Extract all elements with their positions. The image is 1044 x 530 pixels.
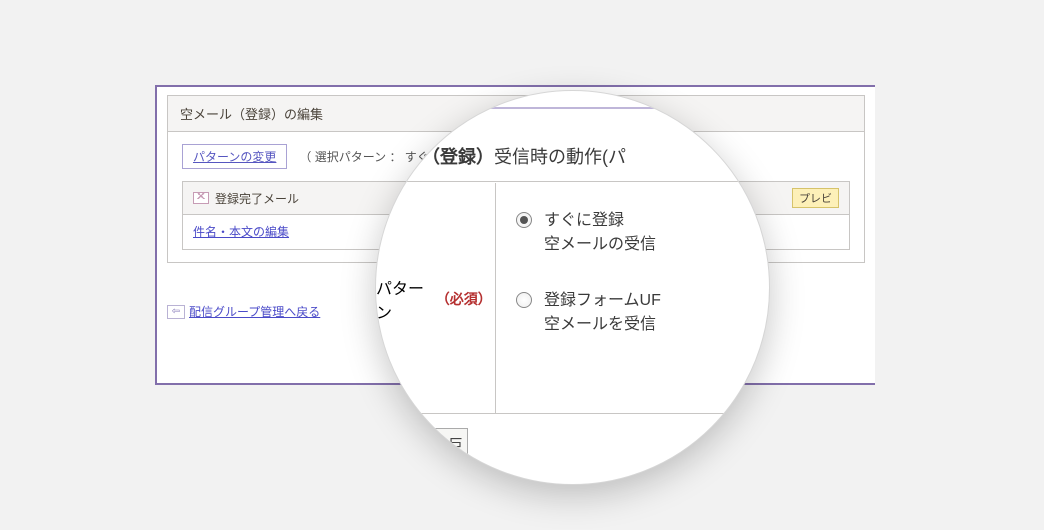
- edit-subject-body-link[interactable]: 件名・本文の編集: [193, 225, 289, 239]
- back-to-group-link[interactable]: 配信グループ管理へ戻る: [189, 303, 320, 320]
- title-paren: （登録）: [422, 147, 494, 167]
- mail-title: 登録完了メール: [215, 190, 299, 207]
- mag-submit-button-fragment[interactable]: 巨: [428, 428, 468, 460]
- radio-1-line1: すぐに登録: [544, 209, 656, 233]
- radio-1-text: すぐに登録 空メールの受信: [544, 209, 656, 257]
- mag-tab-border: [486, 91, 719, 109]
- magnifier-overlay: ール（登録）受信時の動作(パ パターン （必須） すぐに登録 空メールの受信 登…: [375, 90, 770, 485]
- required-label: （必須）: [436, 289, 487, 309]
- mag-bottom-border: [376, 413, 769, 414]
- radio-2-line1: 登録フォームUF: [544, 289, 661, 313]
- mag-left-label-col: パターン （必須）: [376, 183, 496, 414]
- radio-1-line2: 空メールの受信: [544, 233, 656, 257]
- mail-icon: [193, 192, 209, 204]
- mag-options-col: すぐに登録 空メールの受信 登録フォームUF 空メールを受信: [496, 183, 769, 414]
- title-prefix: ール: [386, 147, 422, 167]
- radio-form-url[interactable]: [516, 292, 532, 308]
- radio-2-text: 登録フォームUF 空メールを受信: [544, 289, 661, 337]
- radio-option-2: 登録フォームUF 空メールを受信: [516, 289, 769, 337]
- pattern-label: パターン: [376, 275, 434, 323]
- magnifier-inner: ール（登録）受信時の動作(パ パターン （必須） すぐに登録 空メールの受信 登…: [376, 91, 769, 484]
- back-arrow-icon: ⇦: [167, 305, 185, 319]
- radio-immediate-register[interactable]: [516, 212, 532, 228]
- mag-tab-border2: [727, 91, 769, 109]
- mag-section-title: ール（登録）受信時の動作(パ: [376, 143, 769, 182]
- radio-option-1: すぐに登録 空メールの受信: [516, 209, 769, 257]
- preview-button[interactable]: プレビ: [792, 188, 839, 208]
- title-rest: 受信時の動作(パ: [494, 147, 626, 167]
- pattern-change-button[interactable]: パターンの変更: [182, 144, 287, 169]
- radio-2-line2: 空メールを受信: [544, 313, 661, 337]
